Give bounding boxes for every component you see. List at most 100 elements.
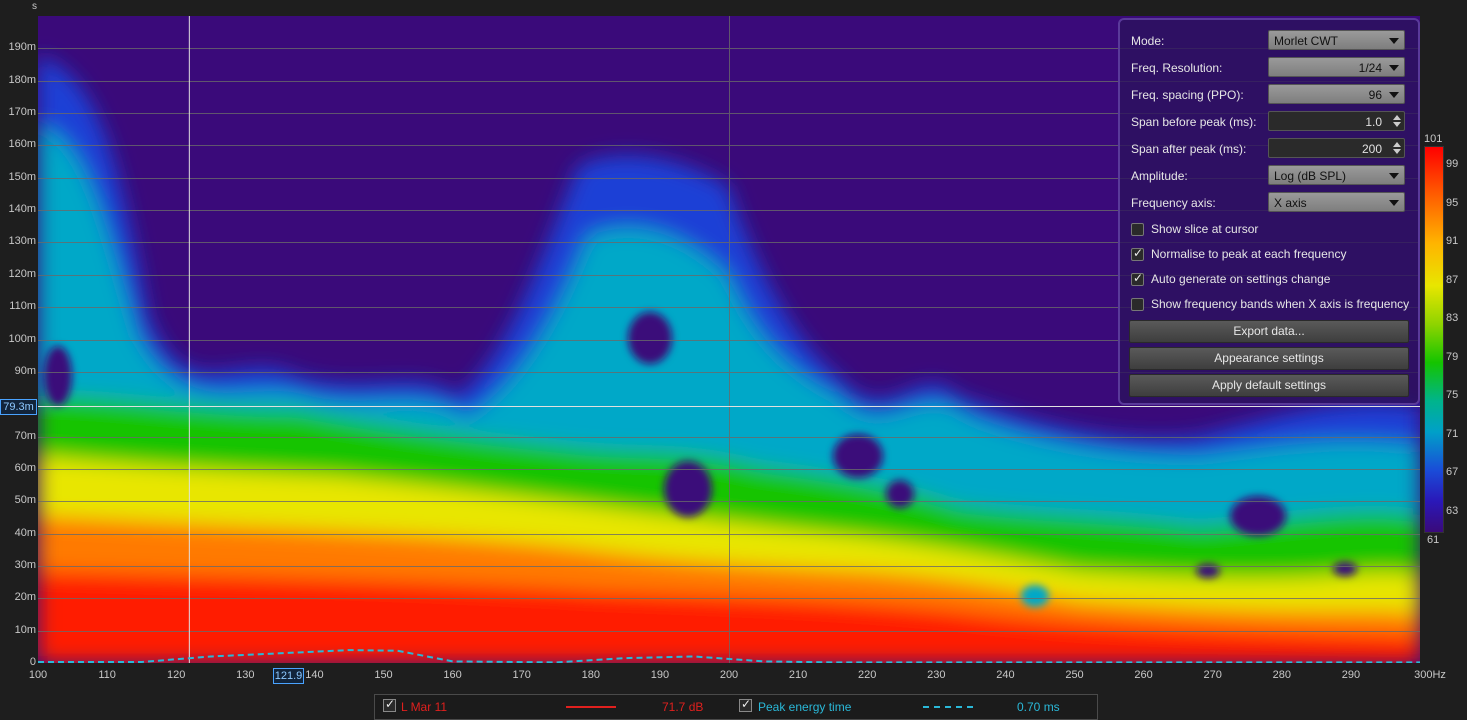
x-tick-label: 180 xyxy=(581,669,600,681)
frequency-axis-value: X axis xyxy=(1274,196,1307,210)
cursor-x-readout: 121.9 xyxy=(273,668,304,684)
amplitude-label: Amplitude: xyxy=(1131,169,1188,183)
chevron-down-icon xyxy=(1389,92,1399,98)
color-scale-tick-label: 71 xyxy=(1446,427,1459,440)
series-visibility-checkbox[interactable]: ✓ xyxy=(383,697,396,712)
y-tick-label: 90m xyxy=(14,364,36,377)
x-tick-label: 220 xyxy=(858,669,877,681)
amplitude-dropdown[interactable]: Log (dB SPL) xyxy=(1268,165,1405,185)
peak-visibility-checkbox[interactable]: ✓ xyxy=(739,697,752,712)
freq-spacing-row: Freq. spacing (PPO): 96 xyxy=(1131,84,1409,106)
x-tick-label: 200 xyxy=(719,669,739,681)
x-tick-label: 170 xyxy=(512,669,531,681)
freq-spacing-value: 96 xyxy=(1368,88,1382,102)
color-scale-tick-label: 83 xyxy=(1446,312,1459,325)
show-bands-label: Show frequency bands when X axis is freq… xyxy=(1151,297,1410,311)
x-tick-label: 120 xyxy=(167,669,186,681)
freq-spacing-dropdown[interactable]: 96 xyxy=(1268,84,1405,104)
y-tick-label: 50m xyxy=(14,494,36,507)
checkbox-box[interactable]: ✓ xyxy=(1131,271,1144,286)
chevron-down-icon xyxy=(1389,38,1399,44)
y-tick-label: 40m xyxy=(14,526,36,539)
x-tick-label: 230 xyxy=(927,669,946,681)
span-before-value: 1.0 xyxy=(1365,115,1382,129)
y-axis-unit: s xyxy=(32,1,37,12)
x-tick-label: 270 xyxy=(1203,669,1222,681)
checkbox-box[interactable] xyxy=(1131,298,1144,311)
x-tick-label: 260 xyxy=(1134,669,1153,681)
chevron-down-icon xyxy=(1389,200,1399,206)
color-scale-tick-label: 101 xyxy=(1424,133,1443,145)
color-scale-tick-label: 99 xyxy=(1446,158,1459,171)
y-tick-label: 10m xyxy=(14,623,36,636)
y-tick-label: 140m xyxy=(8,203,36,216)
peak-value: 0.70 ms xyxy=(1017,700,1060,714)
freq-resolution-row: Freq. Resolution: 1/24 xyxy=(1131,57,1409,79)
y-tick-label: 20m xyxy=(14,591,36,604)
y-tick-label: 130m xyxy=(8,235,36,248)
auto-generate-label: Auto generate on settings change xyxy=(1151,272,1331,286)
freq-resolution-value: 1/24 xyxy=(1358,61,1382,75)
y-tick-label: 60m xyxy=(14,461,36,474)
spin-down-icon[interactable] xyxy=(1393,122,1401,127)
freq-resolution-dropdown[interactable]: 1/24 xyxy=(1268,57,1405,77)
checkbox-box[interactable]: ✓ xyxy=(1131,246,1144,261)
spin-down-icon[interactable] xyxy=(1393,149,1401,154)
x-tick-label: 150 xyxy=(374,669,393,681)
spin-up-icon[interactable] xyxy=(1393,142,1401,147)
show-slice-checkbox[interactable]: Show slice at cursor xyxy=(1131,222,1411,240)
y-tick-label: 180m xyxy=(8,73,36,86)
mode-row: Mode: Morlet CWT xyxy=(1131,30,1409,52)
y-tick-label: 120m xyxy=(8,267,36,280)
legend-bar: ✓ L Mar 11 71.7 dB ✓ Peak energy time 0.… xyxy=(374,694,1098,720)
normalise-checkbox[interactable]: ✓ Normalise to peak at each frequency xyxy=(1131,246,1411,265)
auto-generate-checkbox[interactable]: ✓ Auto generate on settings change xyxy=(1131,271,1411,290)
x-tick-label: 110 xyxy=(98,669,116,681)
frequency-axis-row: Frequency axis: X axis xyxy=(1131,192,1409,214)
apply-default-settings-button[interactable]: Apply default settings xyxy=(1129,374,1409,397)
show-bands-checkbox[interactable]: Show frequency bands when X axis is freq… xyxy=(1131,297,1411,315)
y-tick-label: 110m xyxy=(9,300,36,313)
freq-spacing-label: Freq. spacing (PPO): xyxy=(1131,88,1244,102)
cursor-y-readout: 79.3m xyxy=(0,399,37,415)
y-tick-label: 160m xyxy=(8,138,36,151)
y-tick-label: 170m xyxy=(8,106,36,119)
peak-name: Peak energy time xyxy=(758,700,852,714)
appearance-settings-button[interactable]: Appearance settings xyxy=(1129,347,1409,370)
x-tick-label: 240 xyxy=(996,669,1015,681)
x-tick-label: 130 xyxy=(236,669,255,681)
x-tick-label: 160 xyxy=(443,669,462,681)
span-after-value: 200 xyxy=(1361,142,1382,156)
x-tick-label: 290 xyxy=(1341,669,1361,681)
checkmark-icon: ✓ xyxy=(1133,271,1144,285)
checkbox-box[interactable] xyxy=(1131,223,1144,236)
checkmark-icon: ✓ xyxy=(1133,246,1144,260)
mode-dropdown[interactable]: Morlet CWT xyxy=(1268,30,1405,50)
settings-panel: Mode: Morlet CWT Freq. Resolution: 1/24 … xyxy=(1118,18,1420,405)
checkmark-icon: ✓ xyxy=(385,697,396,711)
frequency-axis-dropdown[interactable]: X axis xyxy=(1268,192,1405,212)
color-scale-tick-label: 91 xyxy=(1446,235,1459,248)
y-tick-label: 150m xyxy=(8,170,36,183)
peak-line-swatch xyxy=(923,706,973,708)
x-tick-label: 190 xyxy=(650,669,670,681)
x-tick-label: 210 xyxy=(788,669,808,681)
export-data-button[interactable]: Export data... xyxy=(1129,320,1409,343)
y-tick-label: 190m xyxy=(8,41,36,54)
series-line-swatch xyxy=(566,706,616,708)
x-tick-label: 140 xyxy=(305,669,324,681)
frequency-axis-label: Frequency axis: xyxy=(1131,196,1216,210)
spin-up-icon[interactable] xyxy=(1393,115,1401,120)
color-scale-tick-label: 63 xyxy=(1446,504,1459,517)
x-tick-label: 100 xyxy=(28,669,48,681)
normalise-label: Normalise to peak at each frequency xyxy=(1151,247,1347,261)
span-after-spinbox[interactable]: 200 xyxy=(1268,138,1405,158)
y-tick-label: 0 xyxy=(29,656,36,668)
span-before-spinbox[interactable]: 1.0 xyxy=(1268,111,1405,131)
chevron-down-icon xyxy=(1389,65,1399,71)
amplitude-value: Log (dB SPL) xyxy=(1274,169,1347,183)
x-tick-label: 300Hz xyxy=(1414,669,1446,681)
y-tick-label: 70m xyxy=(14,429,36,442)
span-after-row: Span after peak (ms): 200 xyxy=(1131,138,1409,160)
series-name: L Mar 11 xyxy=(401,700,448,714)
